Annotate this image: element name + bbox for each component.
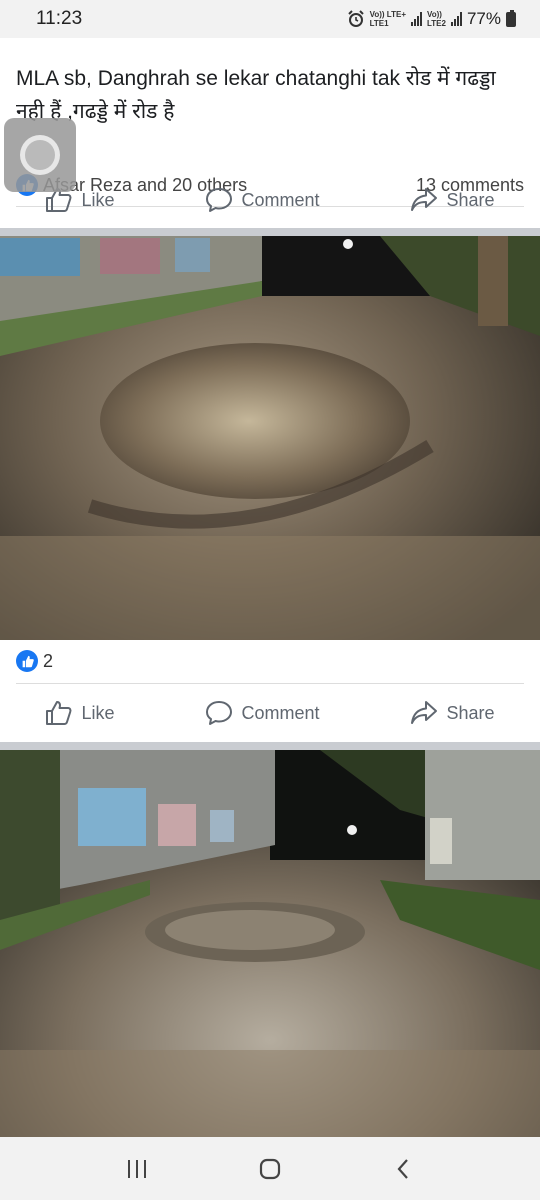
battery-icon	[506, 9, 516, 27]
pothole-photo-2	[0, 750, 540, 1137]
network-2-sub: LTE2	[427, 19, 446, 28]
network-2-label: Vo))	[427, 10, 442, 19]
status-bar: 11:23 Vo)) LTE+ LTE1 Vo)) LTE2 77%	[0, 0, 540, 38]
comment-button[interactable]: Comment	[205, 187, 319, 213]
network-2: Vo)) LTE2	[427, 10, 446, 28]
signal-2-icon	[450, 12, 462, 26]
back-icon	[397, 1158, 409, 1179]
status-time: 11:23	[36, 8, 83, 29]
post-actions: Like Comment Share	[0, 170, 540, 230]
recents-icon	[127, 1159, 146, 1178]
network-1-label: Vo)) LTE+	[369, 10, 406, 19]
like-button[interactable]: Like	[45, 700, 115, 726]
assistive-touch-button[interactable]	[4, 118, 76, 192]
home-button[interactable]	[250, 1149, 290, 1189]
post-text: MLA sb, Danghrah se lekar chatanghi tak …	[16, 67, 496, 123]
like-label: Like	[81, 702, 115, 723]
system-nav-bar	[0, 1137, 540, 1200]
separator	[0, 742, 540, 750]
screen: 11:23 Vo)) LTE+ LTE1 Vo)) LTE2 77% MLA s…	[0, 0, 540, 1200]
share-arrow-icon	[411, 188, 438, 211]
alarm-icon	[347, 10, 364, 27]
like-label: Like	[81, 189, 115, 210]
photo-2[interactable]	[0, 750, 540, 1137]
like-thumb-icon	[46, 701, 72, 725]
share-arrow-icon	[411, 701, 438, 724]
share-button[interactable]: Share	[410, 700, 494, 726]
share-button[interactable]: Share	[410, 187, 494, 213]
comment-bubble-icon	[206, 701, 233, 725]
comment-bubble-icon	[206, 188, 233, 212]
photo-actions: Like Comment Share	[0, 683, 540, 743]
comment-button[interactable]: Comment	[205, 700, 319, 726]
like-reaction-icon	[16, 650, 38, 672]
photo-1-meta: 2 Like Comment Share	[0, 640, 540, 750]
reaction-count: 2	[43, 650, 54, 671]
network-1: Vo)) LTE+ LTE1	[370, 10, 406, 28]
back-button[interactable]	[383, 1149, 423, 1189]
recents-button[interactable]	[117, 1149, 157, 1189]
network-1-sub: LTE1	[369, 19, 389, 28]
comment-label: Comment	[241, 702, 320, 723]
photo-1[interactable]	[0, 236, 540, 640]
signal-1-icon	[411, 12, 422, 26]
status-icons: Vo)) LTE+ LTE1 Vo)) LTE2 77%	[347, 9, 516, 29]
pothole-photo-1	[0, 236, 540, 640]
comment-label: Comment	[241, 189, 320, 210]
separator	[0, 228, 540, 236]
share-label: Share	[446, 702, 495, 723]
home-icon	[259, 1158, 281, 1179]
assistive-ring-icon	[20, 135, 60, 175]
photo-reaction-count[interactable]: 2	[16, 650, 53, 672]
battery-percent: 77%	[466, 9, 501, 28]
share-label: Share	[446, 189, 495, 210]
